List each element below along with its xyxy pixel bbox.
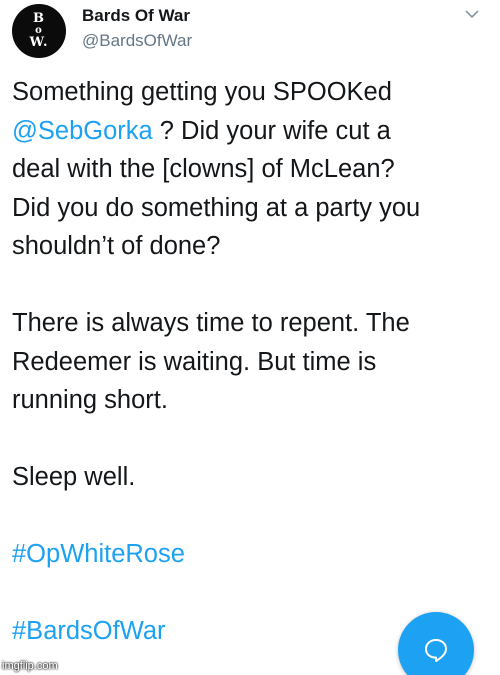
- tweet-line: running short.: [12, 386, 168, 414]
- hashtag-link[interactable]: #OpWhiteRose: [12, 535, 492, 574]
- avatar[interactable]: B o W.: [12, 4, 66, 58]
- author-handle[interactable]: @BardsOfWar: [82, 31, 192, 51]
- tweet-line: Sleep well.: [12, 463, 136, 491]
- tweet-line: deal with the [clowns] of McLean?: [12, 155, 395, 183]
- mention-link[interactable]: @SebGorka: [12, 117, 153, 145]
- tweet-line: shouldn’t of done?: [12, 232, 221, 260]
- tweet-line: There is always time to repent. The: [12, 309, 410, 337]
- avatar-letter-w: W.: [29, 35, 49, 50]
- chevron-down-icon: [465, 9, 479, 18]
- watermark: imgflip.com: [2, 660, 58, 672]
- tweet-line: Something getting you SPOOKed: [12, 78, 392, 106]
- bards-of-war-logo: B o W.: [12, 4, 66, 58]
- tweet-line: Redeemer is waiting. But time is: [12, 347, 377, 376]
- tweet-line: Did you do something at a party you: [12, 193, 421, 222]
- tweet-line: @SebGorka ? Did your wife cut a: [12, 112, 492, 151]
- tweet-header: B o W. Bards Of War @BardsOfWar: [12, 4, 488, 60]
- tweet-line-rest: ? Did your wife cut a: [152, 116, 391, 145]
- chat-bubble-icon: [425, 639, 447, 662]
- avatar-letter-b: B: [33, 11, 45, 26]
- author-display-name[interactable]: Bards Of War: [82, 6, 190, 26]
- tweet-text: Something getting you SPOOKed @SebGorka …: [12, 73, 492, 651]
- more-options-button[interactable]: [462, 4, 482, 24]
